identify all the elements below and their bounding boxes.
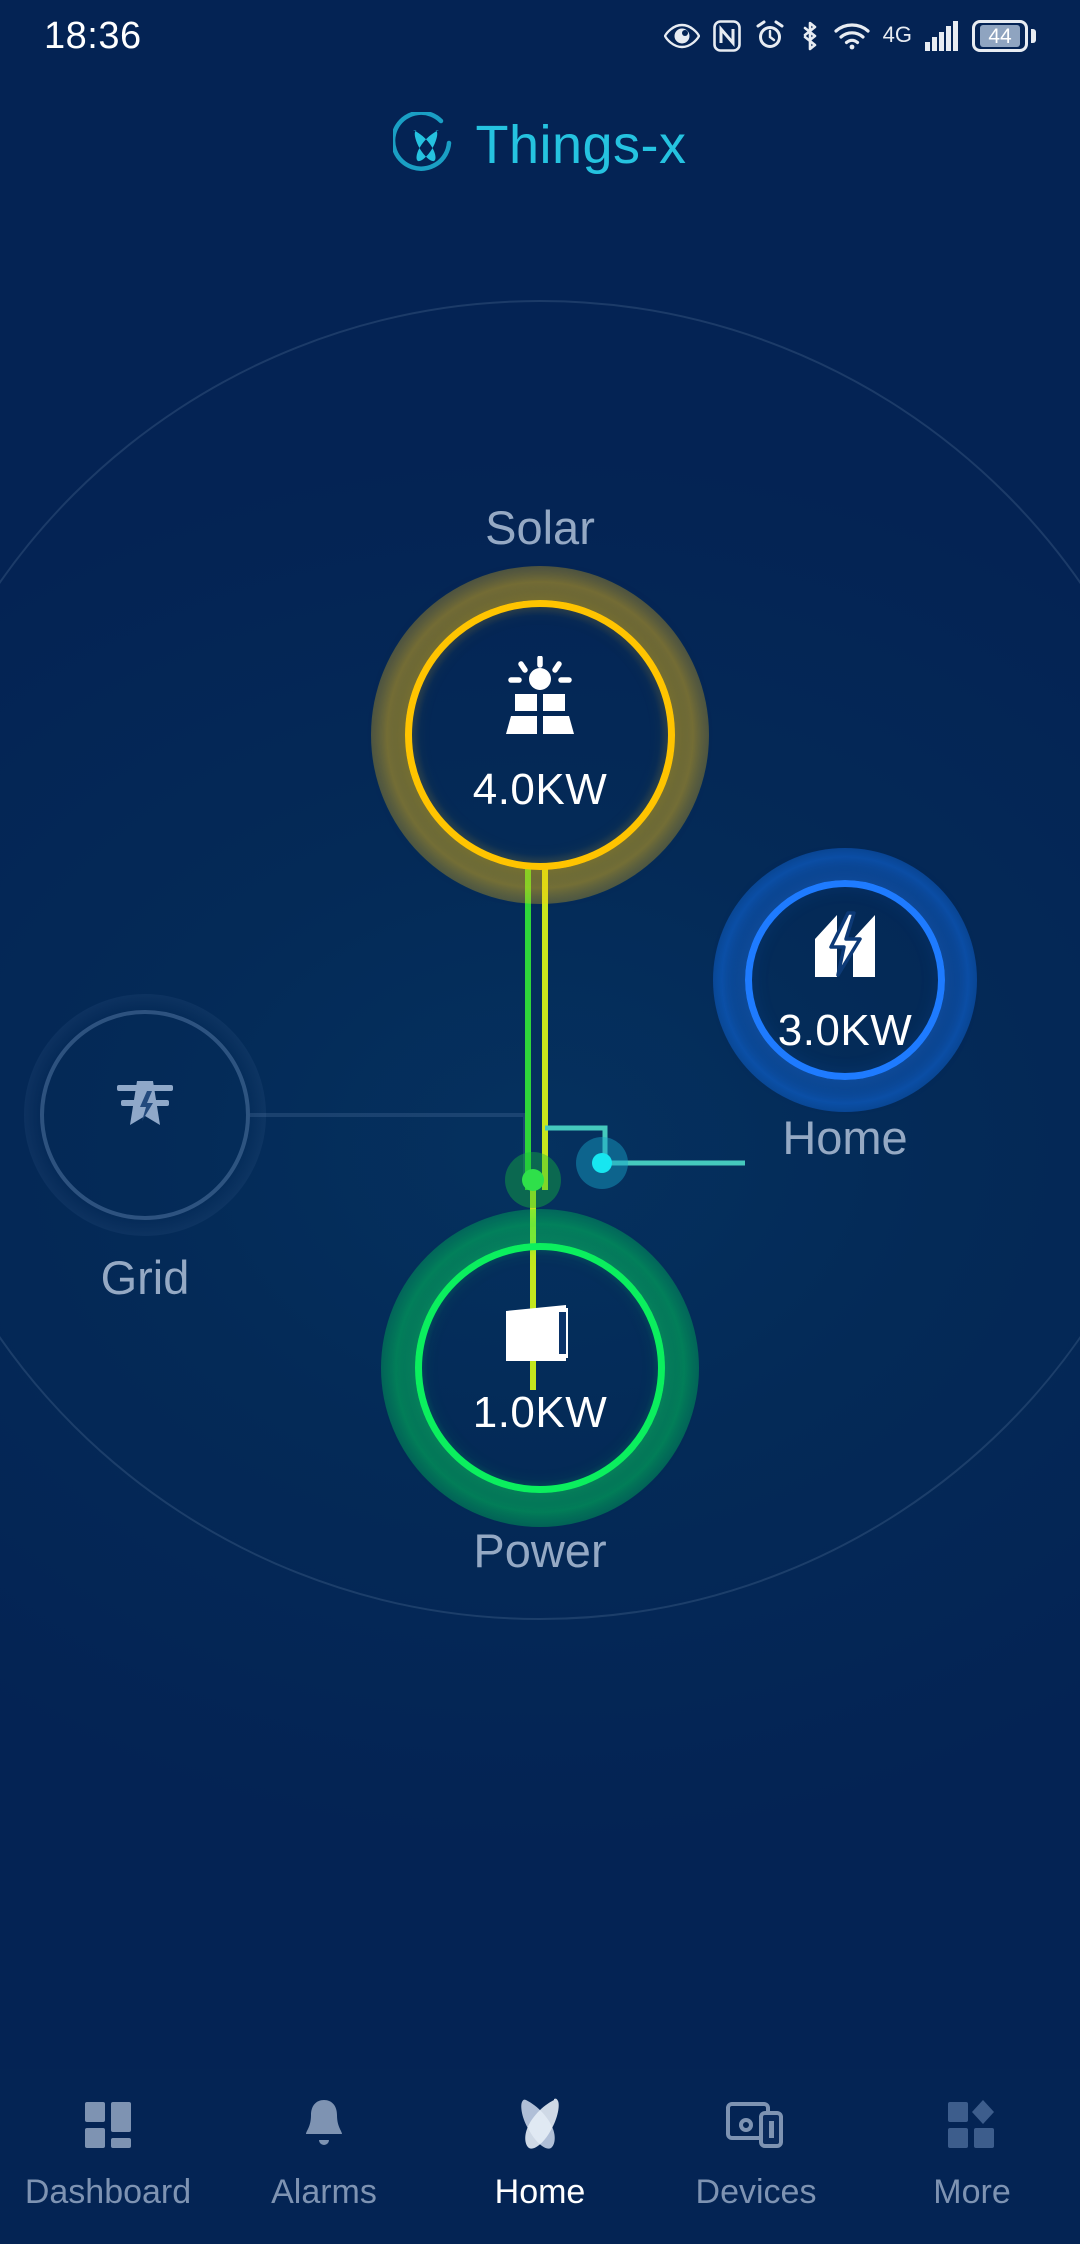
nav-item-dashboard-label: Dashboard xyxy=(24,2173,192,2211)
dashboard-grid-icon xyxy=(79,2093,137,2157)
nav-item-alarms[interactable]: Alarms xyxy=(216,2093,432,2212)
node-power-value: 1.0KW xyxy=(472,1387,608,1437)
node-grid-label: Grid xyxy=(100,1251,190,1304)
bell-icon xyxy=(298,2093,350,2157)
node-home-label: Home xyxy=(782,1111,908,1164)
node-solar[interactable]: Solar 4.0KW xyxy=(371,501,709,904)
things-x-home-icon xyxy=(509,2093,571,2157)
nav-item-alarms-label: Alarms xyxy=(271,2173,377,2211)
devices-monitor-icon xyxy=(725,2093,787,2157)
solar-panel-icon xyxy=(494,654,586,749)
node-solar-label: Solar xyxy=(485,501,595,554)
flow-dot-home xyxy=(576,1137,628,1189)
node-power-label: Power xyxy=(473,1524,607,1577)
battery-pack-icon xyxy=(500,1299,580,1372)
app-root: 18:36 4G 44 Things-x Solar 4.0KW Grid 3.… xyxy=(0,0,1080,2244)
nav-item-dashboard[interactable]: Dashboard xyxy=(0,2093,216,2212)
flow-link-grid-junction xyxy=(250,1113,527,1180)
flow-dot-power xyxy=(505,1152,561,1208)
node-home-value: 3.0KW xyxy=(777,1005,913,1055)
node-solar-value: 4.0KW xyxy=(472,764,608,814)
node-power[interactable]: 1.0KW Power xyxy=(381,1209,699,1577)
nav-item-more[interactable]: More xyxy=(864,2093,1080,2212)
node-grid[interactable]: Grid xyxy=(24,994,266,1304)
nav-item-more-label: More xyxy=(933,2173,1011,2211)
nav-item-devices-label: Devices xyxy=(695,2173,817,2211)
bottom-navigation-bar: Dashboard Alarms Home Devices More xyxy=(0,2069,1080,2244)
power-pylon-icon xyxy=(107,1067,183,1148)
nav-item-home[interactable]: Home xyxy=(432,2093,648,2212)
more-diamond-grid-icon xyxy=(943,2093,1001,2157)
node-home[interactable]: 3.0KW Home xyxy=(713,848,977,1164)
nav-item-devices[interactable]: Devices xyxy=(648,2093,864,2212)
nav-item-home-label: Home xyxy=(494,2173,586,2211)
house-bolt-icon xyxy=(803,905,887,990)
